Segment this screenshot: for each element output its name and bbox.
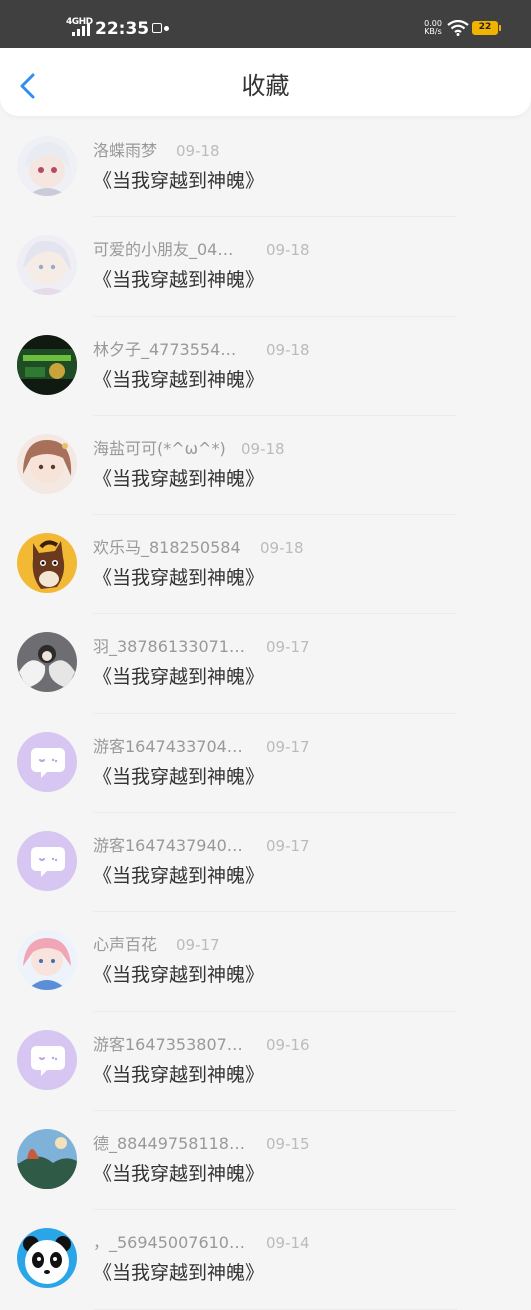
user-name: 洛蝶雨梦 [93, 141, 158, 160]
avatar[interactable] [17, 1228, 77, 1289]
user-name: 游客1647353807… [93, 1034, 243, 1054]
list-item[interactable]: ，_56945007610… 09-14 《当我穿越到神魄》 [0, 1210, 531, 1310]
favorite-date: 09-18 [260, 539, 304, 558]
list-item[interactable]: 可爱的小朋友_04… 09-18 《当我穿越到神魄》 [0, 217, 531, 317]
list-item[interactable]: 德_88449758118… 09-15 《当我穿越到神魄》 [0, 1111, 531, 1211]
avatar[interactable] [17, 235, 77, 296]
favorite-date: 09-17 [266, 837, 310, 856]
list-item[interactable]: 游客1647437940… 09-17 《当我穿越到神魄》 [0, 813, 531, 913]
user-name: 林夕子_4773554… [93, 339, 237, 359]
user-name: 德_88449758118… [93, 1133, 245, 1153]
favorite-date: 09-18 [241, 439, 285, 458]
notification-dot-icon [164, 26, 169, 31]
divider [93, 1308, 457, 1310]
user-name: 可爱的小朋友_04… [93, 240, 234, 260]
list-item[interactable]: 心声百花 09-17 《当我穿越到神魄》 [0, 912, 531, 1012]
user-name: 欢乐马_818250584 [93, 538, 241, 558]
favorite-date: 09-18 [266, 340, 310, 359]
work-title: 《当我穿越到神魄》 [93, 1162, 265, 1185]
list-item[interactable]: 欢乐马_818250584 09-18 《当我穿越到神魄》 [0, 515, 531, 615]
battery-tip [499, 25, 501, 31]
avatar[interactable] [17, 334, 77, 395]
avatar[interactable] [17, 731, 77, 792]
avatar[interactable] [17, 831, 77, 892]
avatar[interactable] [17, 433, 77, 494]
favorite-date: 09-18 [176, 142, 220, 160]
list-item[interactable]: 海盐可可(*^ω^*) 09-18 《当我穿越到神魄》 [0, 416, 531, 516]
work-title: 《当我穿越到神魄》 [93, 1063, 265, 1086]
work-title: 《当我穿越到神魄》 [93, 567, 265, 590]
avatar[interactable] [17, 632, 77, 693]
user-name: 海盐可可(*^ω^*) [93, 438, 226, 458]
avatar[interactable] [17, 930, 77, 991]
notification-icon [152, 23, 162, 33]
list-item[interactable]: 洛蝶雨梦 09-18 《当我穿越到神魄》 [0, 118, 531, 218]
avatar[interactable] [17, 533, 77, 594]
work-title: 《当我穿越到神魄》 [93, 666, 265, 689]
clock: 22:35 [95, 19, 150, 39]
list-item[interactable]: 游客1647433704… 09-17 《当我穿越到神魄》 [0, 714, 531, 814]
avatar[interactable] [17, 136, 77, 196]
favorite-date: 09-17 [266, 737, 310, 756]
work-title: 《当我穿越到神魄》 [93, 269, 265, 292]
network-speed: 0.00 KB/s [420, 20, 446, 36]
user-name: 游客1647437940… [93, 836, 243, 856]
favorite-date: 09-14 [266, 1234, 310, 1253]
list-item[interactable]: 羽_38786133071… 09-17 《当我穿越到神魄》 [0, 614, 531, 714]
work-title: 《当我穿越到神魄》 [93, 170, 265, 192]
signal-icon [72, 24, 90, 36]
battery-icon: 22 [472, 21, 498, 35]
favorite-date: 09-15 [266, 1134, 310, 1153]
user-name: 游客1647433704… [93, 736, 243, 756]
user-name: ，_56945007610… [93, 1233, 245, 1253]
work-title: 《当我穿越到神魄》 [93, 467, 265, 490]
work-title: 《当我穿越到神魄》 [93, 865, 265, 888]
top-bar: 收藏 [0, 48, 531, 116]
favorites-list: 洛蝶雨梦 09-18 《当我穿越到神魄》 可爱的小朋友_04… 09-18 《当我穿越到神… [0, 118, 531, 1310]
favorite-date: 09-16 [266, 1035, 310, 1054]
work-title: 《当我穿越到神魄》 [93, 368, 265, 391]
work-title: 《当我穿越到神魄》 [93, 765, 265, 788]
favorite-date: 09-17 [176, 936, 220, 955]
status-bar: 4GHD 22:35 0.00 KB/s 22 [0, 0, 531, 48]
page-title: 收藏 [241, 72, 290, 100]
user-name: 心声百花 [93, 935, 158, 955]
avatar[interactable] [17, 1128, 77, 1189]
favorite-date: 09-17 [266, 638, 310, 657]
work-title: 《当我穿越到神魄》 [93, 1262, 265, 1285]
work-title: 《当我穿越到神魄》 [93, 964, 265, 987]
list-item[interactable]: 林夕子_4773554… 09-18 《当我穿越到神魄》 [0, 317, 531, 416]
speed-unit: KB/s [424, 27, 442, 36]
favorite-date: 09-18 [266, 241, 310, 260]
list-item[interactable]: 游客1647353807… 09-16 《当我穿越到神魄》 [0, 1012, 531, 1111]
avatar[interactable] [17, 1029, 77, 1090]
wifi-icon [447, 20, 469, 36]
user-name: 羽_38786133071… [93, 637, 245, 657]
